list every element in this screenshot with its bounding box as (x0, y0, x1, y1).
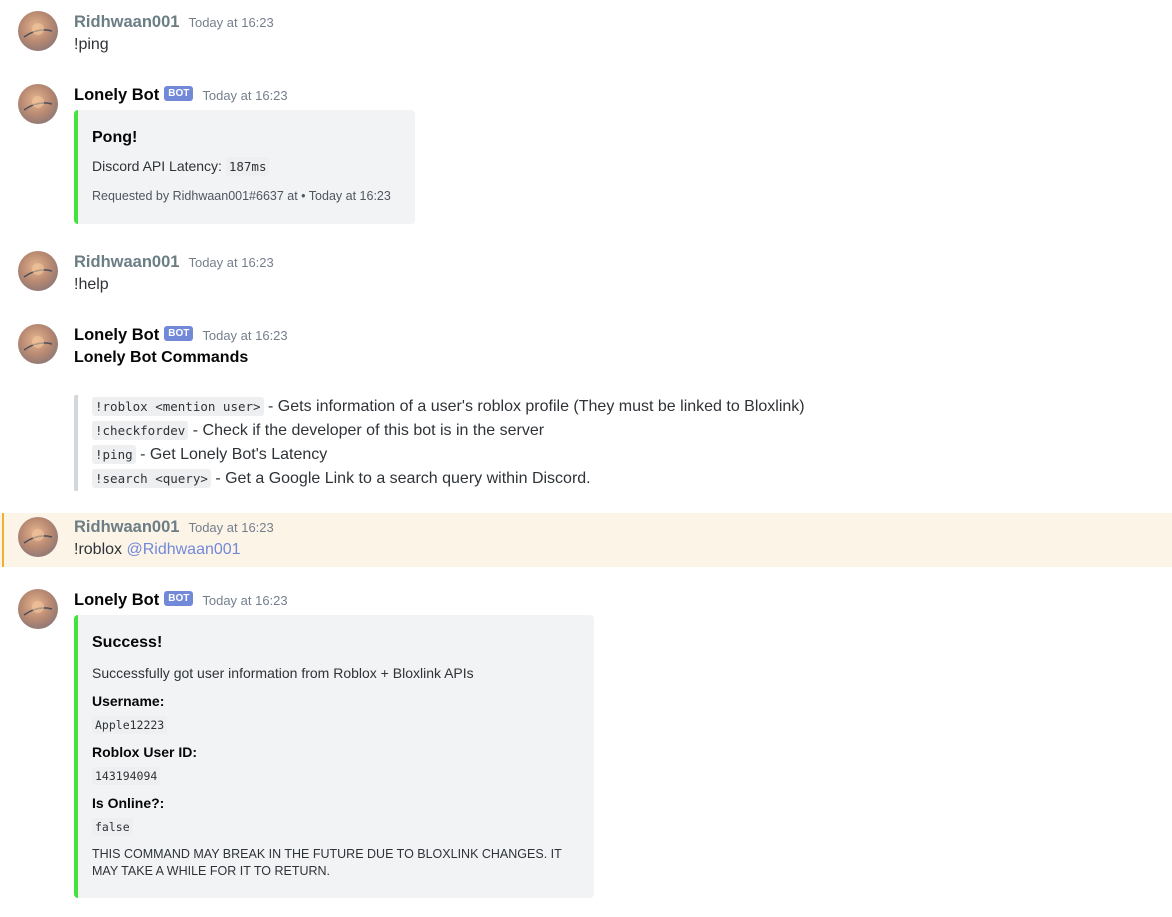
field-value: false (92, 818, 133, 836)
username[interactable]: Ridhwaan001 (74, 253, 179, 272)
command-code: !search <query> (92, 469, 211, 488)
timestamp: Today at 16:23 (188, 519, 274, 535)
bot-tag: BOT (164, 325, 194, 341)
bot-tag: BOT (164, 590, 194, 606)
user-mention[interactable]: @Ridhwaan001 (126, 541, 240, 558)
embed-footer: Requested by Ridhwaan001#6637 at • Today… (92, 189, 391, 203)
field-value-code: Apple12223 (92, 716, 168, 734)
field-name: Roblox User ID: (92, 744, 198, 760)
avatar[interactable] (18, 251, 58, 291)
embed-title: Pong! (92, 129, 138, 146)
command-description: - Get a Google Link to a search query wi… (210, 470, 591, 487)
command-description: - Check if the developer of this bot is … (188, 422, 545, 439)
latency-value: 187ms (225, 157, 270, 176)
message: Lonely Bot BOT Today at 16:23 Pong! Disc… (0, 70, 1172, 240)
avatar[interactable] (18, 589, 58, 629)
field-value: 143194094 (92, 767, 161, 785)
embed-description: Successfully got user information from R… (92, 665, 474, 681)
message: Ridhwaan001 Today at 16:23 !ping (0, 0, 1172, 70)
command-line: !search <query> - Get a Google Link to a… (92, 467, 805, 491)
message-text-command: !roblox (74, 541, 127, 558)
message-text: !ping (74, 36, 109, 53)
command-line: !ping - Get Lonely Bot's Latency (92, 443, 805, 467)
field-value: Apple12223 (92, 716, 168, 734)
timestamp: Today at 16:23 (188, 14, 274, 30)
timestamp: Today at 16:23 (202, 592, 288, 608)
command-code: !ping (92, 445, 136, 464)
command-line: !roblox <mention user> - Gets informatio… (92, 395, 805, 419)
field-value-code: 143194094 (92, 767, 161, 785)
chat-messages: Ridhwaan001 Today at 16:23 !ping Lonely … (0, 0, 1172, 917)
message-mentioned: Ridhwaan001 Today at 16:23 !roblox @Ridh… (0, 513, 1172, 567)
username[interactable]: Lonely Bot (74, 326, 159, 345)
embed-description-text: Discord API Latency: (92, 158, 226, 174)
username[interactable]: Ridhwaan001 (74, 518, 179, 537)
bot-tag: BOT (164, 85, 194, 101)
username[interactable]: Lonely Bot (74, 591, 159, 610)
timestamp: Today at 16:23 (202, 327, 288, 343)
message: Ridhwaan001 Today at 16:23 !help (0, 240, 1172, 310)
username[interactable]: Lonely Bot (74, 86, 159, 105)
timestamp: Today at 16:23 (188, 254, 274, 270)
avatar[interactable] (18, 84, 58, 124)
message: Lonely Bot BOT Today at 16:23 Success! S… (0, 575, 1172, 917)
embed: Success! Successfully got user informati… (74, 615, 594, 898)
embed-description: Discord API Latency: 187ms (92, 157, 270, 176)
avatar[interactable] (18, 517, 58, 557)
commands-blockquote: !roblox <mention user> - Gets informatio… (74, 395, 805, 491)
field-value-code: false (92, 818, 133, 836)
avatar[interactable] (18, 324, 58, 364)
embed-title: Success! (92, 634, 163, 651)
command-code: !checkfordev (92, 421, 189, 440)
field-name: Is Online?: (92, 795, 165, 811)
message-text: !help (74, 276, 109, 293)
timestamp: Today at 16:23 (202, 87, 288, 103)
username[interactable]: Ridhwaan001 (74, 13, 179, 32)
message-text: !roblox @Ridhwaan001 (74, 541, 241, 559)
commands-heading: Lonely Bot Commands (74, 349, 249, 366)
command-description: - Get Lonely Bot's Latency (135, 446, 328, 463)
command-code: !roblox <mention user> (92, 397, 264, 416)
field-name: Username: (92, 693, 165, 709)
message: Lonely Bot BOT Today at 16:23 Lonely Bot… (0, 310, 1172, 510)
avatar[interactable] (18, 11, 58, 51)
embed: Pong! Discord API Latency: 187ms Request… (74, 110, 415, 224)
command-description: - Gets information of a user's roblox pr… (263, 398, 805, 415)
embed-notice: THIS COMMAND MAY BREAK IN THE FUTURE DUE… (92, 847, 562, 878)
command-line: !checkfordev - Check if the developer of… (92, 419, 805, 443)
